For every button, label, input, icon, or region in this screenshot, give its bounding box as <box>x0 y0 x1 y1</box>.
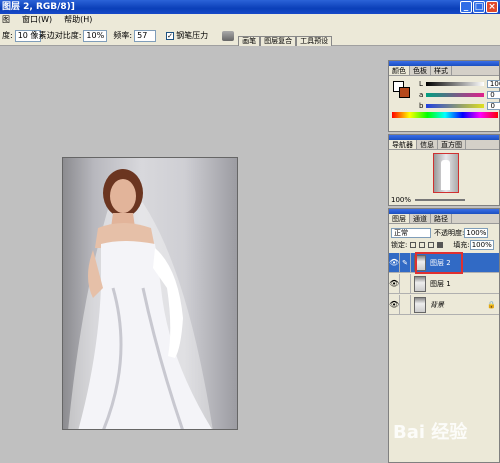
eye-icon[interactable]: 👁 <box>389 294 400 315</box>
lock-transparency-icon[interactable] <box>410 242 417 248</box>
layers-lock-row: 锁定: 填充: 100% <box>391 240 497 250</box>
well-tool-presets[interactable]: 工具预设 <box>296 35 333 46</box>
lock-all-icon[interactable] <box>437 242 444 248</box>
edge-contrast-label: 边对比度: <box>46 31 82 40</box>
minimize-button[interactable]: _ <box>460 1 472 13</box>
frequency-input[interactable]: 57 <box>134 29 157 42</box>
stamp-icon[interactable] <box>222 30 235 41</box>
eye-icon[interactable]: 👁 <box>389 273 400 294</box>
layers-blend-row: 正常 不透明度: 100% <box>391 227 497 238</box>
slider-b-track[interactable] <box>426 103 485 108</box>
opacity-input[interactable]: 100% <box>464 227 489 238</box>
edge-contrast-input[interactable]: 10% <box>83 29 108 42</box>
tab-color[interactable]: 颜色 <box>389 66 410 75</box>
slider-l-label: L <box>419 79 423 88</box>
close-button[interactable]: × <box>486 1 498 13</box>
slider-b: b 0 <box>419 101 500 110</box>
background-swatch[interactable] <box>399 87 410 98</box>
slider-a: a 0 <box>419 90 500 99</box>
well-brushes[interactable]: 画笔 <box>238 35 261 46</box>
pen-pressure-label: 钢笔压力 <box>176 31 209 40</box>
navigator-zoom-value[interactable]: 100% <box>391 196 411 204</box>
menu-window[interactable]: 窗口(W) <box>22 14 52 26</box>
tab-swatches[interactable]: 色板 <box>410 66 431 75</box>
lock-icon: 🔒 <box>487 300 496 309</box>
highlight-box <box>415 252 463 274</box>
layer-name[interactable]: 背景 <box>430 300 444 310</box>
fill-input[interactable]: 100% <box>469 240 494 250</box>
layers-panel-tabs: 图层 通道 路径 <box>389 214 499 224</box>
slider-a-label: a <box>419 90 424 99</box>
slider-a-value[interactable]: 0 <box>487 90 500 99</box>
maximize-button[interactable]: □ <box>473 1 485 13</box>
navigator-panel: 导航器 信息 直方图 100% <box>388 134 500 206</box>
document-image[interactable] <box>62 157 238 430</box>
palette-well: 画笔 图层复合 工具预设 <box>238 26 333 46</box>
slider-a-track[interactable] <box>426 92 485 97</box>
tab-styles[interactable]: 样式 <box>431 66 452 75</box>
slider-l-value[interactable]: 100 <box>486 79 500 88</box>
navigator-zoom-slider[interactable] <box>415 198 466 201</box>
brush-icon: ✎ <box>400 252 411 273</box>
lock-pixels-icon[interactable] <box>419 242 426 248</box>
navigator-zoom-bar: 100% <box>391 195 497 204</box>
window-controls: _ □ × <box>460 1 498 13</box>
color-panel-tabs: 颜色 色板 样式 <box>389 66 499 76</box>
slider-b-value[interactable]: 0 <box>487 101 500 110</box>
navigator-panel-tabs: 导航器 信息 直方图 <box>389 140 499 150</box>
eye-icon[interactable]: 👁 <box>389 252 400 273</box>
tab-info[interactable]: 信息 <box>417 140 438 149</box>
layer-name[interactable]: 图层 1 <box>430 279 451 289</box>
well-layer-comps[interactable]: 图层复合 <box>260 35 297 46</box>
link-cell[interactable] <box>400 273 411 294</box>
lock-label: 锁定: <box>391 241 408 249</box>
color-panel: 颜色 色板 样式 L 100 a 0 b 0 <box>388 60 500 132</box>
navigator-thumbnail-figure <box>441 160 450 190</box>
options-bar: 度: 10 像素 边对比度: 10% 频率: 57 ✓ 钢笔压力 画笔 图层复合… <box>0 26 500 46</box>
width-label: 度: <box>2 31 13 40</box>
lock-position-icon[interactable] <box>428 242 435 248</box>
tab-layers[interactable]: 图层 <box>389 214 410 223</box>
navigator-thumbnail[interactable] <box>433 153 459 193</box>
tab-channels[interactable]: 通道 <box>410 214 431 223</box>
slider-l: L 100 <box>419 79 500 88</box>
width-input[interactable]: 10 像素 <box>14 29 46 42</box>
color-spectrum-bar[interactable] <box>392 112 498 118</box>
pen-pressure-checkbox[interactable]: ✓ <box>166 31 175 40</box>
frequency-label: 频率: <box>113 31 133 40</box>
menu-help[interactable]: 帮助(H) <box>64 14 92 26</box>
slider-l-track[interactable] <box>425 81 484 86</box>
blend-mode-select[interactable]: 正常 <box>391 227 431 238</box>
menu-image[interactable]: 图 <box>2 14 10 26</box>
title-bar: 图层 2, RGB/8)] _ □ × <box>0 0 500 14</box>
slider-b-label: b <box>419 101 424 110</box>
link-cell[interactable] <box>400 294 411 315</box>
tab-histogram[interactable]: 直方图 <box>438 140 466 149</box>
baidu-watermark: Bai 经验 <box>393 422 468 443</box>
menu-bar: 图 窗口(W) 帮助(H) <box>0 14 500 26</box>
tab-paths[interactable]: 路径 <box>431 214 452 223</box>
fill-label: 填充: <box>453 241 470 249</box>
layer-thumbnail <box>414 296 426 313</box>
opacity-label: 不透明度: <box>434 228 465 237</box>
tab-navigator[interactable]: 导航器 <box>389 140 417 149</box>
layer-row-1[interactable]: 👁 图层 1 <box>389 273 499 294</box>
bride-photo <box>68 169 213 429</box>
layer-thumbnail <box>414 275 426 292</box>
window-title: 图层 2, RGB/8)] <box>2 2 75 12</box>
layer-row-background[interactable]: 👁 背景 🔒 <box>389 294 499 315</box>
